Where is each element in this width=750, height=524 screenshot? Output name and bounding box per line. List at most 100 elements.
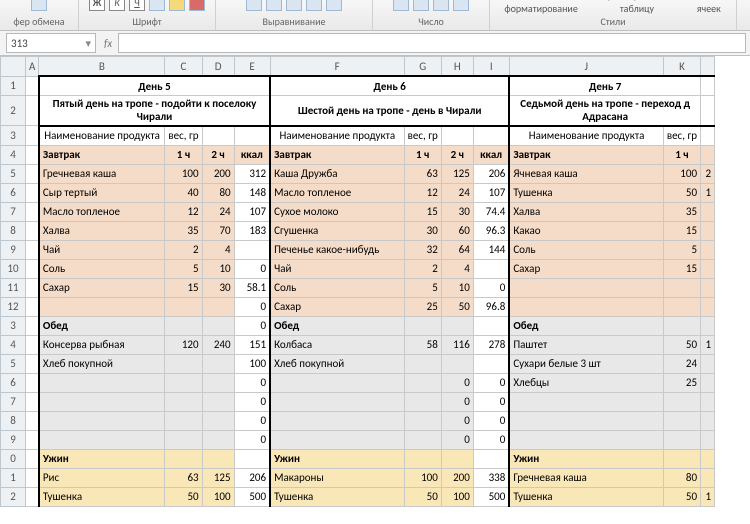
bold-icon[interactable]: Ж [89, 0, 105, 11]
cell[interactable]: 32 [404, 240, 441, 259]
cell[interactable]: Паштет [509, 335, 663, 354]
cell[interactable]: 63 [165, 468, 202, 487]
cell[interactable] [202, 354, 234, 373]
cell[interactable] [701, 392, 715, 411]
cell[interactable]: 100 [663, 164, 700, 183]
cell[interactable] [165, 297, 202, 316]
cell[interactable]: 1 ч [404, 145, 441, 164]
fill-color-icon[interactable] [169, 0, 185, 11]
cell[interactable]: 30 [202, 278, 234, 297]
cell[interactable] [663, 316, 700, 335]
row-header[interactable]: 5 [1, 164, 26, 183]
cell[interactable]: 278 [473, 335, 509, 354]
cell[interactable]: Ужин [270, 449, 404, 468]
cell[interactable]: 200 [202, 164, 234, 183]
cell[interactable]: ккал [234, 145, 270, 164]
cell[interactable]: 1 [701, 335, 715, 354]
cell[interactable] [270, 392, 404, 411]
cell[interactable]: 0 [234, 316, 270, 335]
row-header[interactable]: 1 [1, 468, 26, 487]
cell[interactable] [701, 354, 715, 373]
row-header[interactable]: 10 [1, 259, 26, 278]
cell[interactable]: вес, гр [404, 126, 441, 146]
row-header[interactable]: 4 [1, 145, 26, 164]
cell[interactable]: вес, гр [663, 126, 700, 146]
cell[interactable]: Наименование продукта [270, 126, 404, 146]
fx-icon[interactable]: fx [104, 37, 112, 50]
cell[interactable] [509, 392, 663, 411]
cell[interactable] [441, 449, 473, 468]
cell[interactable] [701, 145, 715, 164]
cell[interactable] [509, 430, 663, 449]
cell[interactable]: 15 [165, 278, 202, 297]
cell[interactable]: 0 [234, 297, 270, 316]
cell[interactable]: 0 [441, 392, 473, 411]
cell[interactable] [404, 449, 441, 468]
cell[interactable] [441, 316, 473, 335]
cell[interactable] [202, 449, 234, 468]
cell[interactable]: 40 [165, 183, 202, 202]
cell[interactable]: Гречневая каша [509, 468, 663, 487]
underline-icon[interactable]: Ч [129, 0, 145, 11]
cell[interactable]: 0 [234, 259, 270, 278]
cell[interactable] [404, 316, 441, 335]
paste-icon[interactable] [31, 0, 47, 11]
cell[interactable] [404, 354, 441, 373]
cell[interactable]: 0 [473, 278, 509, 297]
cell[interactable]: 206 [473, 164, 509, 183]
col-H[interactable]: H [441, 57, 473, 77]
cell[interactable]: 96.3 [473, 221, 509, 240]
cell[interactable] [701, 259, 715, 278]
cell[interactable] [473, 126, 509, 146]
cell[interactable]: Консерва рыбная [39, 335, 165, 354]
row-header[interactable]: 3 [1, 126, 26, 146]
cell[interactable] [509, 278, 663, 297]
cell[interactable] [663, 297, 700, 316]
cell[interactable] [404, 411, 441, 430]
col-C[interactable]: C [165, 57, 202, 77]
comma-icon[interactable] [413, 0, 429, 11]
cell[interactable]: 35 [165, 221, 202, 240]
cell[interactable]: Завтрак [509, 145, 663, 164]
cell[interactable] [663, 278, 700, 297]
cell[interactable]: 15 [663, 221, 700, 240]
cell[interactable] [701, 316, 715, 335]
wrap-icon[interactable] [306, 0, 322, 11]
cell[interactable] [404, 392, 441, 411]
row-header[interactable]: 12 [1, 297, 26, 316]
cell[interactable] [270, 430, 404, 449]
cell[interactable]: 0 [473, 430, 509, 449]
cell[interactable]: 120 [165, 335, 202, 354]
col-J[interactable]: J [509, 57, 663, 77]
cell[interactable] [701, 240, 715, 259]
cell[interactable]: Сухари белые 3 шт [509, 354, 663, 373]
cell[interactable] [701, 430, 715, 449]
cell[interactable] [39, 411, 165, 430]
cell[interactable] [473, 316, 509, 335]
cell[interactable]: 125 [441, 164, 473, 183]
cell[interactable]: Соль [509, 240, 663, 259]
cell[interactable]: 25 [404, 297, 441, 316]
cell[interactable]: Халва [509, 202, 663, 221]
cell[interactable]: 30 [441, 202, 473, 221]
cell[interactable]: 35 [663, 202, 700, 221]
cell[interactable] [509, 411, 663, 430]
grid[interactable]: A B C D E F G H I J K 1 День 5 День 6 Де… [0, 56, 715, 507]
row-header[interactable]: 4 [1, 335, 26, 354]
cell[interactable]: 0 [234, 430, 270, 449]
cell[interactable] [509, 297, 663, 316]
cell[interactable]: Халва [39, 221, 165, 240]
cell[interactable] [473, 259, 509, 278]
col-I[interactable]: I [473, 57, 509, 77]
cell[interactable]: 64 [441, 240, 473, 259]
cell[interactable]: 10 [441, 278, 473, 297]
row-header[interactable]: 6 [1, 183, 26, 202]
cell[interactable]: Печенье какое-нибудь [270, 240, 404, 259]
cell[interactable]: 15 [663, 259, 700, 278]
cell[interactable] [473, 354, 509, 373]
dec-dec-icon[interactable] [453, 0, 469, 11]
cell[interactable]: 1 [701, 487, 715, 506]
cell[interactable]: 500 [473, 487, 509, 506]
cell[interactable] [165, 316, 202, 335]
cell[interactable] [404, 430, 441, 449]
